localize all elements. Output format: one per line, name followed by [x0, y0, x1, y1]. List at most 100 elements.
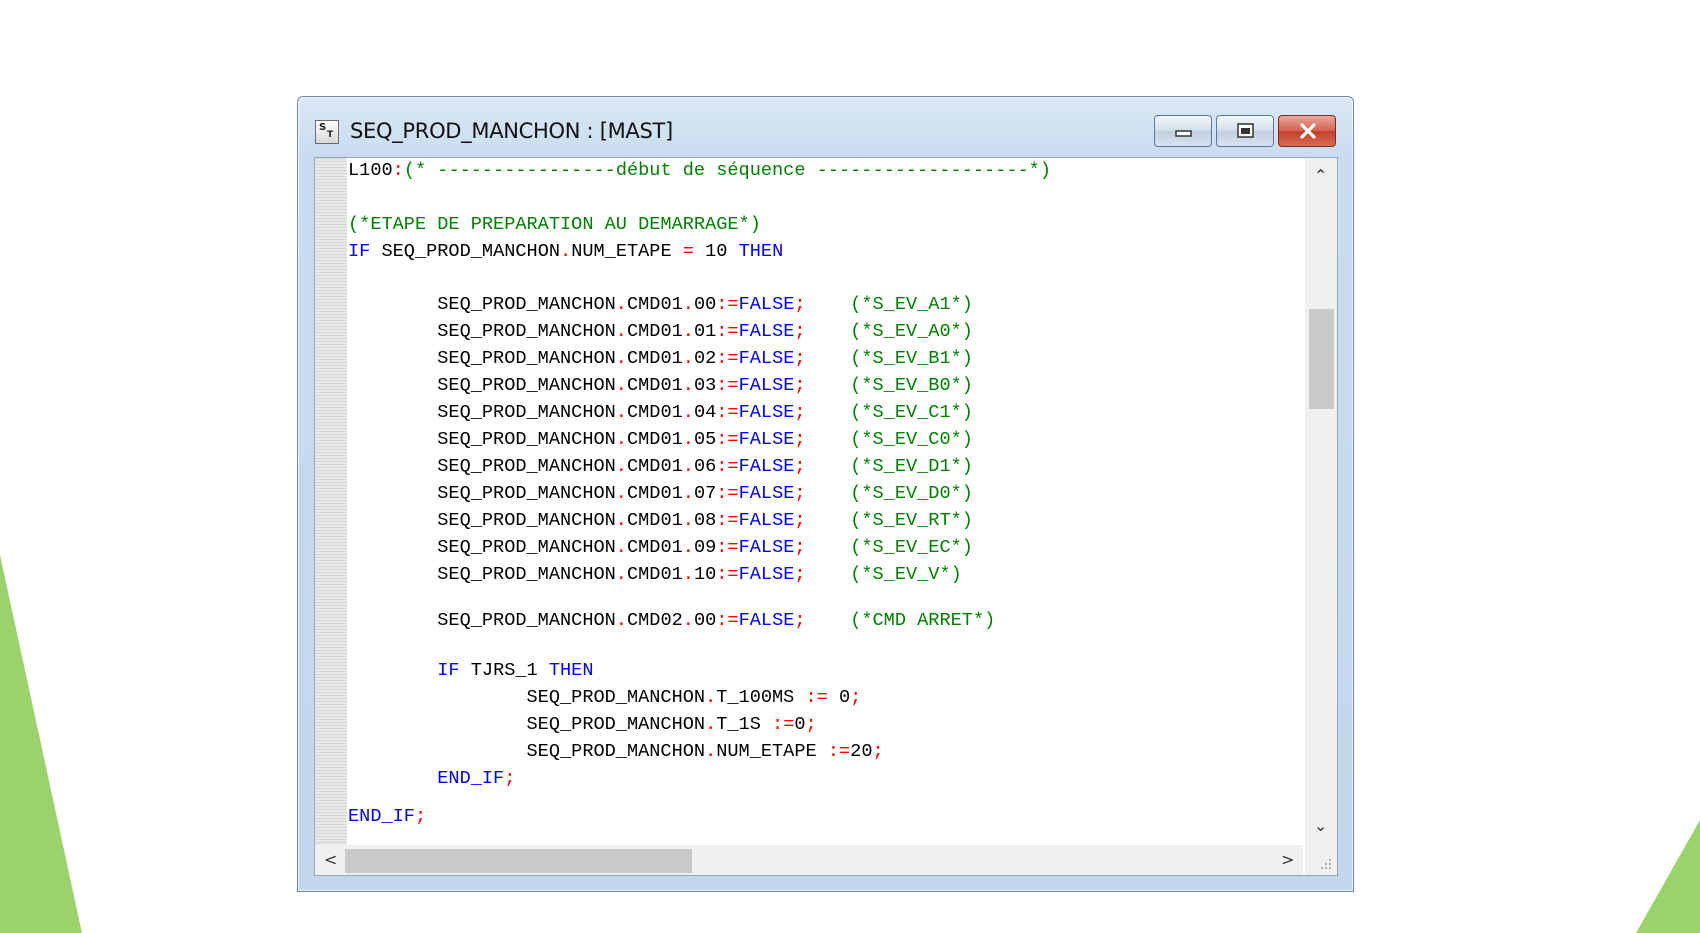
horizontal-scroll-thumb[interactable]: [345, 849, 692, 873]
code-line[interactable]: SEQ_PROD_MANCHON.CMD01.10:=FALSE; (*S_EV…: [348, 564, 962, 586]
code-token-plain: 02: [693, 348, 717, 369]
code-token-plain: CMD01: [626, 294, 683, 315]
code-line[interactable]: END_IF;: [348, 768, 515, 790]
code-token-comment: (*S_EV_RT*): [850, 510, 973, 531]
horizontal-scrollbar[interactable]: < >: [315, 845, 1303, 875]
code-token-plain: SEQ_PROD_MANCHON: [348, 294, 616, 315]
code-token-plain: 00: [693, 610, 717, 631]
close-icon: [1300, 123, 1316, 139]
scroll-down-icon[interactable]: ⌄: [1314, 818, 1327, 834]
code-token-operator: .: [682, 402, 694, 423]
code-token-operator: ;: [794, 348, 806, 369]
maximize-button[interactable]: [1216, 115, 1274, 147]
code-token-operator: ;: [794, 564, 806, 585]
code-line[interactable]: L100:(* ----------------début de séquenc…: [348, 160, 1051, 182]
code-token-operator: ;: [794, 294, 806, 315]
scroll-left-icon[interactable]: <: [324, 852, 337, 868]
code-token-plain: 00: [693, 294, 717, 315]
code-area[interactable]: L100:(* ----------------début de séquenc…: [348, 158, 1303, 845]
code-token-operator: .: [705, 741, 717, 762]
code-token-plain: 01: [693, 321, 717, 342]
code-token-operator: ;: [794, 483, 806, 504]
code-token-keyword: FALSE: [738, 564, 795, 585]
code-token-plain: SEQ_PROD_MANCHON: [348, 714, 706, 735]
code-line[interactable]: SEQ_PROD_MANCHON.T_1S :=0;: [348, 714, 817, 736]
code-token-plain: CMD01: [626, 375, 683, 396]
code-token-keyword: FALSE: [738, 429, 795, 450]
code-token-plain: SEQ_PROD_MANCHON: [348, 483, 616, 504]
vertical-scrollbar[interactable]: ⌃ ⌄: [1305, 158, 1337, 845]
maximize-icon: [1237, 123, 1254, 138]
code-token-operator: .: [682, 294, 694, 315]
code-token-plain: 09: [693, 537, 717, 558]
vertical-scroll-thumb[interactable]: [1309, 309, 1334, 409]
code-line[interactable]: SEQ_PROD_MANCHON.CMD01.07:=FALSE; (*S_EV…: [348, 483, 973, 505]
code-token-keyword: FALSE: [738, 510, 795, 531]
code-line[interactable]: SEQ_PROD_MANCHON.CMD01.00:=FALSE; (*S_EV…: [348, 294, 973, 316]
code-line[interactable]: SEQ_PROD_MANCHON.CMD01.03:=FALSE; (*S_EV…: [348, 375, 973, 397]
code-line[interactable]: SEQ_PROD_MANCHON.CMD01.08:=FALSE; (*S_EV…: [348, 510, 973, 532]
code-line[interactable]: SEQ_PROD_MANCHON.CMD01.02:=FALSE; (*S_EV…: [348, 348, 973, 370]
code-token-operator: .: [682, 456, 694, 477]
code-line[interactable]: SEQ_PROD_MANCHON.CMD01.01:=FALSE; (*S_EV…: [348, 321, 973, 343]
code-token-plain: CMD02: [626, 610, 683, 631]
code-token-operator: .: [615, 456, 627, 477]
code-token-operator: .: [615, 321, 627, 342]
code-line[interactable]: SEQ_PROD_MANCHON.CMD01.04:=FALSE; (*S_EV…: [348, 402, 973, 424]
code-token-operator: :=: [805, 687, 828, 708]
code-token-operator: :=: [827, 741, 851, 762]
code-token-plain: 20: [850, 741, 873, 762]
code-line[interactable]: END_IF;: [348, 806, 426, 828]
code-line[interactable]: IF SEQ_PROD_MANCHON.NUM_ETAPE = 10 THEN: [348, 241, 783, 263]
scroll-up-icon[interactable]: ⌃: [1314, 168, 1327, 184]
code-token-plain: SEQ_PROD_MANCHON: [348, 610, 616, 631]
code-line[interactable]: (*ETAPE DE PREPARATION AU DEMARRAGE*): [348, 214, 761, 236]
code-editor[interactable]: L100:(* ----------------début de séquenc…: [314, 157, 1338, 876]
code-token-plain: CMD01: [626, 537, 683, 558]
code-token-keyword: FALSE: [738, 321, 795, 342]
code-token-keyword: FALSE: [738, 483, 795, 504]
structured-text-icon[interactable]: S T: [315, 120, 339, 144]
code-token-operator: .: [615, 348, 627, 369]
code-line[interactable]: SEQ_PROD_MANCHON.CMD01.05:=FALSE; (*S_EV…: [348, 429, 973, 451]
editor-gutter[interactable]: [315, 158, 347, 845]
resize-grip-icon: [1321, 859, 1331, 869]
code-token-plain: SEQ_PROD_MANCHON: [370, 241, 561, 262]
title-bar[interactable]: S T SEQ_PROD_MANCHON : [MAST]: [298, 97, 1353, 157]
code-line[interactable]: SEQ_PROD_MANCHON.CMD01.09:=FALSE; (*S_EV…: [348, 537, 973, 559]
resize-grip[interactable]: [1305, 845, 1337, 875]
code-token-comment: (*S_EV_A1*): [850, 294, 973, 315]
code-token-operator: .: [682, 321, 694, 342]
code-line[interactable]: SEQ_PROD_MANCHON.CMD02.00:=FALSE; (*CMD …: [348, 610, 995, 632]
code-token-comment: (*S_EV_B0*): [850, 375, 973, 396]
code-token-keyword: END_IF: [348, 806, 415, 827]
code-token-comment: (*S_EV_A0*): [850, 321, 973, 342]
code-token-plain: T_100MS: [716, 687, 806, 708]
code-token-operator: .: [682, 564, 694, 585]
close-button[interactable]: [1278, 115, 1336, 147]
code-token-keyword: FALSE: [738, 402, 795, 423]
decor-triangle-right-shape: [1636, 820, 1700, 933]
code-token-operator: ;: [794, 321, 806, 342]
code-token-operator: .: [682, 429, 694, 450]
scroll-right-icon[interactable]: >: [1281, 852, 1294, 868]
minimize-button[interactable]: [1154, 115, 1212, 147]
code-token-operator: .: [682, 510, 694, 531]
code-token-comment: (*S_EV_D1*): [850, 456, 973, 477]
code-token-plain: SEQ_PROD_MANCHON: [348, 687, 706, 708]
code-token-operator: ;: [794, 537, 806, 558]
code-token-operator: .: [615, 610, 627, 631]
code-token-plain: SEQ_PROD_MANCHON: [348, 510, 616, 531]
code-line[interactable]: SEQ_PROD_MANCHON.NUM_ETAPE :=20;: [348, 741, 884, 763]
code-line[interactable]: SEQ_PROD_MANCHON.T_100MS := 0;: [348, 687, 862, 709]
code-token-plain: CMD01: [626, 456, 683, 477]
code-token-operator: .: [615, 402, 627, 423]
code-line[interactable]: IF TJRS_1 THEN: [348, 660, 593, 682]
code-line[interactable]: SEQ_PROD_MANCHON.CMD01.06:=FALSE; (*S_EV…: [348, 456, 973, 478]
